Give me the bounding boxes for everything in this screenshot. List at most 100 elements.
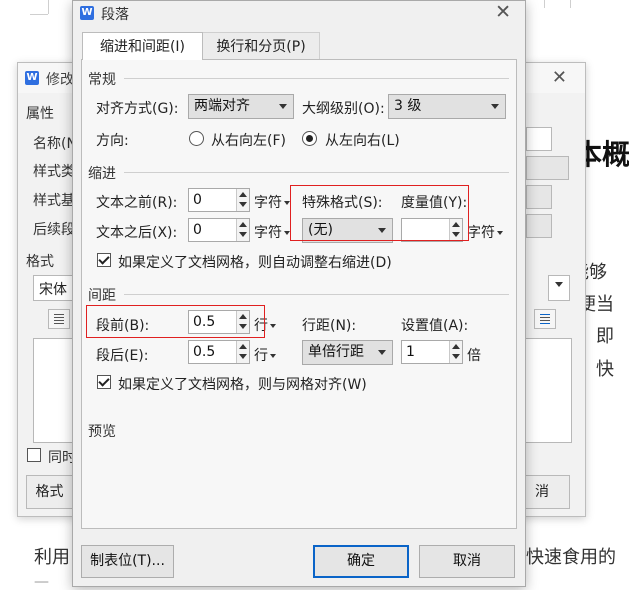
line-spacing-select-value: 单倍行距: [308, 344, 364, 360]
format-button[interactable]: 格式: [26, 475, 73, 509]
direction-rtl-radio[interactable]: [189, 131, 204, 146]
spin-up-icon[interactable]: [452, 222, 460, 227]
spacing-before-spinner[interactable]: [236, 311, 249, 333]
tab-line-page-breaks[interactable]: 换行和分页(P): [202, 32, 320, 60]
indent-before-unit[interactable]: 字符: [254, 192, 290, 212]
set-value-value: 1: [406, 344, 415, 360]
spacing-after-unit[interactable]: 行: [254, 345, 276, 365]
measure-spinner[interactable]: [449, 219, 462, 241]
font-select[interactable]: 宋体: [33, 275, 73, 301]
indent-after-value: 0: [193, 222, 202, 238]
ok-button[interactable]: 确定: [313, 545, 409, 578]
spacing-section-title: 间距: [88, 288, 116, 304]
chevron-down-icon: [284, 201, 290, 205]
line-spacing-select[interactable]: 单倍行距: [302, 340, 393, 365]
chevron-down-icon: [378, 350, 386, 355]
chevron-down-icon: [491, 104, 499, 109]
spin-up-icon[interactable]: [239, 344, 247, 349]
outline-level-label: 大纲级别(O):: [302, 101, 385, 117]
auto-adjust-indent-checkbox[interactable]: [97, 253, 111, 267]
indent-before-input[interactable]: 0: [188, 188, 250, 212]
chevron-down-icon: [497, 231, 503, 235]
tab-stops-button[interactable]: 制表位(T)...: [81, 545, 174, 578]
close-icon[interactable]: ✕: [552, 67, 567, 88]
wps-app-icon: W: [80, 6, 94, 20]
indent-after-unit[interactable]: 字符: [254, 222, 290, 242]
set-value-spinner[interactable]: [449, 341, 462, 363]
chevron-down-icon: [284, 231, 290, 235]
spin-down-icon[interactable]: [239, 202, 247, 207]
spacing-before-unit[interactable]: 行: [254, 315, 276, 335]
align-left-icon[interactable]: [48, 309, 70, 329]
spin-down-icon[interactable]: [452, 354, 460, 359]
special-format-select[interactable]: (无): [302, 218, 393, 243]
spin-down-icon[interactable]: [239, 324, 247, 329]
outline-level-select[interactable]: 3 级: [388, 94, 506, 119]
page-corner-mark: [30, 14, 48, 15]
document-text-line: 利用: [34, 547, 70, 568]
spin-up-icon[interactable]: [239, 314, 247, 319]
indent-after-spinner[interactable]: [236, 219, 249, 241]
measure-unit-text: 字符: [467, 225, 495, 241]
spin-up-icon[interactable]: [239, 192, 247, 197]
style-preview-box: [524, 338, 572, 443]
auto-adjust-indent-label: 如果定义了文档网格，则自动调整右缩进(D): [118, 255, 392, 271]
page-corner-mark: [544, 0, 545, 8]
measure-label: 度量值(Y):: [401, 195, 468, 211]
spacing-after-value: 0.5: [193, 344, 216, 360]
indent-increase-icon[interactable]: [534, 309, 556, 329]
special-format-select-value: (无): [308, 222, 333, 238]
direction-ltr-radio[interactable]: [302, 131, 317, 146]
dialog-title-bar: W 段落 ✕: [73, 1, 525, 27]
style-type-label: 样式类: [33, 164, 75, 180]
direction-ltr-label: 从左向右(L): [325, 133, 400, 149]
chevron-down-icon: [270, 324, 276, 328]
sync-checkbox[interactable]: [27, 448, 41, 462]
style-based-select[interactable]: [526, 185, 552, 209]
direction-rtl-label: 从右向左(F): [211, 133, 286, 149]
indent-after-input[interactable]: 0: [188, 218, 250, 242]
measure-input[interactable]: [401, 218, 463, 242]
indent-before-spinner[interactable]: [236, 189, 249, 211]
close-icon[interactable]: ✕: [495, 1, 511, 23]
cancel-button[interactable]: 取消: [419, 545, 515, 578]
alignment-select[interactable]: 两端对齐: [188, 94, 294, 119]
indent-before-unit-text: 字符: [254, 195, 282, 211]
spin-up-icon[interactable]: [239, 222, 247, 227]
spin-down-icon[interactable]: [239, 232, 247, 237]
direction-label: 方向:: [96, 133, 129, 149]
section-divider: [124, 172, 509, 173]
spacing-before-label: 段前(B):: [96, 318, 150, 334]
set-value-label: 设置值(A):: [401, 318, 469, 334]
wps-app-icon: W: [25, 71, 39, 85]
indent-before-value: 0: [193, 192, 202, 208]
chevron-down-icon: [279, 104, 287, 109]
next-style-label: 后续段: [33, 222, 75, 238]
next-style-select[interactable]: [526, 214, 552, 238]
style-type-select[interactable]: [526, 156, 569, 180]
tab-indent-spacing[interactable]: 缩进和间距(I): [82, 32, 203, 60]
indent-section-title: 缩进: [88, 166, 116, 182]
spacing-after-spinner[interactable]: [236, 341, 249, 363]
document-text-line: 快速食用的: [526, 547, 616, 568]
set-value-input[interactable]: 1: [401, 340, 463, 364]
spacing-after-label: 段后(E):: [96, 348, 149, 364]
indent-after-label: 文本之后(X):: [96, 225, 178, 241]
spacing-after-input[interactable]: 0.5: [188, 340, 250, 364]
indent-spacing-panel: 常规 对齐方式(G): 两端对齐 大纲级别(O): 3 级 方向: 从右向左(F…: [81, 59, 517, 529]
chevron-down-icon: [270, 354, 276, 358]
page-corner-mark: [48, 0, 49, 14]
measure-unit[interactable]: 字符: [467, 222, 503, 242]
style-name-input[interactable]: [526, 127, 552, 151]
font-select-value: 宋体: [39, 282, 67, 298]
spacing-after-unit-text: 行: [254, 348, 268, 364]
modify-style-title: 修改: [46, 72, 74, 88]
snap-to-grid-checkbox[interactable]: [97, 375, 111, 389]
font-color-select[interactable]: [548, 275, 570, 301]
spin-down-icon[interactable]: [239, 354, 247, 359]
spacing-before-input[interactable]: 0.5: [188, 310, 250, 334]
paragraph-dialog: W 段落 ✕ 缩进和间距(I) 换行和分页(P) 常规 对齐方式(G): 两端对…: [72, 0, 526, 587]
alignment-label: 对齐方式(G):: [96, 101, 179, 117]
spin-up-icon[interactable]: [452, 344, 460, 349]
spin-down-icon[interactable]: [452, 232, 460, 237]
